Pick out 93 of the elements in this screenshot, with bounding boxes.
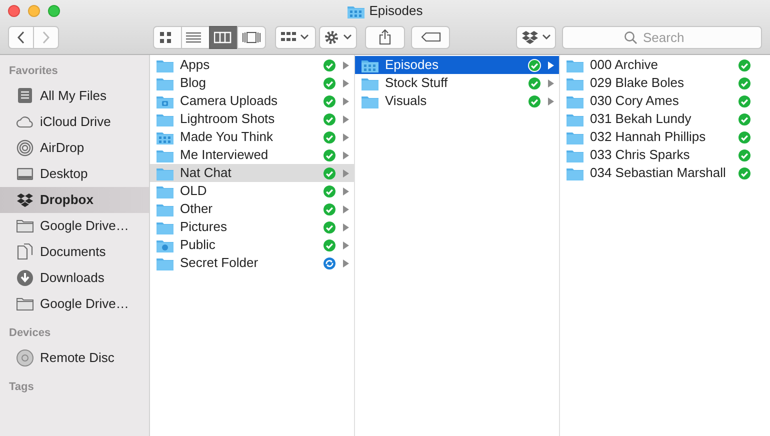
folder-icon [156,112,174,126]
sidebar-item[interactable]: Desktop [0,161,149,187]
airdrop-icon [16,139,34,157]
folder-icon [566,112,584,126]
folder-icon [156,148,174,162]
grid-folder-icon [361,58,379,72]
action-button[interactable] [318,26,358,48]
grid-folder-icon [347,4,366,18]
section-heading: Favorites [8,64,59,79]
public-folder-icon [156,238,174,252]
grid-icon [281,31,296,43]
sidebar-item[interactable]: Remote Disc [0,345,149,371]
caret-icon [342,34,352,40]
folder-row[interactable]: Secret Folder [150,254,354,272]
folder-row[interactable]: Visuals [355,92,559,110]
folder-icon [156,166,174,180]
folder-icon [156,184,174,198]
window-title: Episodes [369,2,423,20]
tag-icon [420,32,441,42]
caret-icon [300,34,310,40]
sidebar-item[interactable]: Documents [0,239,149,265]
folder-row[interactable]: 029 Blake Boles [560,74,769,92]
dropbox-button[interactable] [516,26,556,48]
folder-icon [16,295,34,313]
folder-row[interactable]: Other [150,200,354,218]
folder-icon [566,166,584,180]
column-view-button[interactable] [209,26,238,48]
camera-folder-icon [156,94,174,108]
folder-row[interactable]: Apps [150,56,354,74]
folder-row[interactable]: 033 Chris Sparks [560,146,769,164]
cover-flow-button[interactable] [237,26,266,48]
grid-folder-icon [156,130,174,144]
chevron-right-icon [42,30,50,44]
folder-row[interactable]: Nat Chat [150,164,354,182]
folder-icon [566,76,584,90]
sidebar-item[interactable]: AirDrop [0,135,149,161]
folder-icon [156,202,174,216]
tag-button[interactable] [410,26,450,48]
close-button[interactable] [8,5,20,17]
download-icon [16,269,34,287]
folder-icon [156,76,174,90]
folder-row[interactable]: Pictures [150,218,354,236]
folder-row[interactable]: OLD [150,182,354,200]
cover-flow-icon [242,30,261,44]
section-heading: Devices [8,326,52,341]
folder-row[interactable]: Lightroom Shots [150,110,354,128]
columns-icon [214,30,233,44]
desktop-icon [16,165,34,183]
share-icon [379,29,391,45]
share-button[interactable] [365,26,405,48]
documents-icon [16,243,34,261]
folder-row[interactable]: 031 Bekah Lundy [560,110,769,128]
caret-icon [542,34,551,40]
folder-row[interactable]: 032 Hannah Phillips [560,128,769,146]
folder-row[interactable]: Public [150,236,354,254]
sidebar-item[interactable]: iCloud Drive [0,109,149,135]
folder-icon [156,58,174,72]
sidebar-item[interactable]: All My Files [0,83,149,109]
sidebar-item[interactable]: Dropbox [0,187,149,213]
folder-icon [16,217,34,235]
folder-row[interactable]: 030 Cory Ames [560,92,769,110]
section-heading: Tags [8,380,35,395]
back-button[interactable] [8,26,34,48]
folder-row[interactable]: 034 Sebastian Marshall [560,164,769,182]
sidebar-item[interactable]: Google Drive… [0,213,149,239]
folder-icon [566,94,584,108]
search-field[interactable]: Search [562,26,762,48]
folder-icon [566,148,584,162]
folder-icon [156,220,174,234]
folder-row[interactable]: Blog [150,74,354,92]
folder-row[interactable]: Me Interviewed [150,146,354,164]
folder-icon [361,76,379,90]
gear-icon [324,30,339,44]
file-tray-icon [16,87,34,105]
folder-icon [156,256,174,270]
chevron-left-icon [17,30,25,44]
list-view-button[interactable] [181,26,210,48]
folder-row[interactable]: Stock Stuff [355,74,559,92]
folder-icon [361,94,379,108]
sidebar-item[interactable]: Google Drive… [0,291,149,317]
icon-view-button[interactable] [153,26,182,48]
sidebar-item[interactable]: Downloads [0,265,149,291]
dropbox-icon [522,30,538,44]
disc-icon [16,349,34,367]
folder-icon [566,58,584,72]
folder-row[interactable]: Episodes [355,56,559,74]
folder-icon [566,130,584,144]
folder-row[interactable]: 000 Archive [560,56,769,74]
search-icon [624,30,637,44]
arrange-button[interactable] [275,26,316,48]
folder-row[interactable]: Camera Uploads [150,92,354,110]
folder-row[interactable]: Made You Think [150,128,354,146]
dropbox-icon [16,191,34,209]
